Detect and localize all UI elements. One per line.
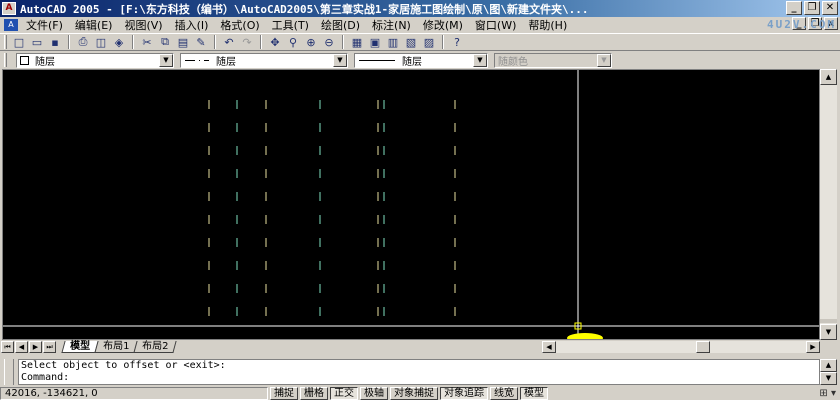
scroll-right-button[interactable]: ▶ [806,341,820,353]
drawing-canvas[interactable] [2,69,820,340]
lineweight-sample [359,59,395,61]
menu-item-3[interactable]: 插入(I) [169,17,215,33]
layer-color-swatch [20,55,29,65]
new-icon[interactable]: □ [10,34,28,50]
menu-item-6[interactable]: 绘图(D) [315,17,366,33]
status-tray-icon[interactable]: ⊞ ▾ [819,388,836,399]
tab-last-button[interactable]: ⏭ [43,341,56,353]
layer-combo[interactable]: 随层 ▼ [16,52,174,68]
watermark: 4U2V.COM [767,18,836,31]
scroll-left-button[interactable]: ◀ [542,341,556,353]
scroll-up-button[interactable]: ▲ [820,359,837,372]
paste-icon[interactable]: ▤ [174,34,192,50]
drawing-svg [3,70,819,339]
tab-1[interactable]: 布局1 [94,341,138,353]
command-scrollbar[interactable]: ▲ ▼ [820,359,837,385]
status-toggle-1[interactable]: 栅格 [300,386,328,400]
menu-item-7[interactable]: 标注(N) [366,17,417,33]
redo-icon[interactable]: ↷ [238,34,256,50]
tab-prev-button[interactable]: ◀ [15,341,28,353]
layer-value: 随层 [35,56,55,68]
linetype-combo[interactable]: 随层 ▼ [180,52,348,68]
horizontal-scroll-thumb[interactable] [696,341,710,353]
menu-item-5[interactable]: 工具(T) [266,17,315,33]
status-toggle-3[interactable]: 极轴 [360,386,388,400]
lineweight-combo[interactable]: 随层 ▼ [354,52,488,68]
chevron-down-icon[interactable]: ▼ [159,53,173,67]
vertical-scroll-thumb[interactable] [820,319,837,323]
chevron-down-icon[interactable]: ▼ [333,53,347,67]
properties-toolbar: 随层 ▼ 随层 ▼ 随层 ▼ 随颜色 ▼ [0,51,840,69]
toolpalettes-icon[interactable]: ▥ [384,34,402,50]
help-icon[interactable]: ? [448,34,466,50]
status-toggle-6[interactable]: 线宽 [490,386,518,400]
menu-item-10[interactable]: 帮助(H) [522,17,573,33]
menu-item-2[interactable]: 视图(V) [118,17,168,33]
menu-bar: A 文件(F) 编辑(E) 视图(V) 插入(I) 格式(O) 工具(T) 绘图(D) 标注(… [0,17,840,33]
linetype-sample [185,59,209,61]
tab-0[interactable]: 模型 [61,341,99,353]
properties-icon[interactable]: ▦ [348,34,366,50]
window-title: AutoCAD 2005 - [F:\东方科技（编书）\AutoCAD2005\… [20,2,589,16]
status-toggle-7[interactable]: 模型 [520,386,548,400]
close-button[interactable]: ✕ [822,1,838,15]
linetype-value: 随层 [216,56,236,68]
designcenter-icon[interactable]: ▣ [366,34,384,50]
zoom-previous-icon[interactable]: ⊖ [320,34,338,50]
status-toggle-5[interactable]: 对象追踪 [440,386,488,400]
color-combo: 随颜色 ▼ [494,52,612,68]
save-icon[interactable]: ▪ [46,34,64,50]
vertical-scrollbar[interactable]: ▲ ▼ [820,69,837,340]
command-history-line: Select object to offset or <exit>: [21,360,226,371]
tab-next-button[interactable]: ▶ [29,341,42,353]
menu-item-1[interactable]: 编辑(E) [69,17,119,33]
dbconnect-icon[interactable]: ▧ [402,34,420,50]
autocad-app-icon[interactable]: A [2,2,16,15]
status-toggle-2[interactable]: 正交 [330,386,358,400]
undo-icon[interactable]: ↶ [220,34,238,50]
zoom-realtime-icon[interactable]: ⚲ [284,34,302,50]
pan-icon[interactable]: ✥ [266,34,284,50]
command-window-grip[interactable] [4,359,14,385]
status-toggle-0[interactable]: 捕捉 [270,386,298,400]
open-icon[interactable]: ▭ [28,34,46,50]
toolbar-grip[interactable] [4,35,7,49]
status-bar: 42016, -134621, 0 捕捉 栅格 正交 极轴 对象捕捉 对象追踪 线宽 模型 ⊞… [0,386,840,400]
chevron-down-icon: ▼ [597,53,611,67]
chevron-down-icon[interactable]: ▼ [473,53,487,67]
publish-icon[interactable]: ◈ [110,34,128,50]
standard-toolbar: □ ▭ ▪ ⎙ ◫ ◈ ✂ ⧉ ▤ ✎ ↶ ↷ ✥ ⚲ ⊕ ⊖ ▦ ▣ ▥ ▧ … [0,33,840,51]
menu-item-4[interactable]: 格式(O) [214,17,265,33]
highlight-blob [567,333,603,339]
preview-icon[interactable]: ◫ [92,34,110,50]
minimize-button[interactable]: _ [786,1,802,15]
matchprop-icon[interactable]: ✎ [192,34,210,50]
restore-button[interactable]: ❐ [804,1,820,15]
title-bar: A AutoCAD 2005 - [F:\东方科技（编书）\AutoCAD200… [0,0,840,17]
copy-icon[interactable]: ⧉ [156,34,174,50]
color-value: 随颜色 [498,56,528,68]
menu-item-9[interactable]: 窗口(W) [469,17,522,33]
tab-first-button[interactable]: ⏮ [1,341,14,353]
command-window[interactable]: Select object to offset or <exit>: Comma… [18,359,820,385]
zoom-window-icon[interactable]: ⊕ [302,34,320,50]
menu-item-8[interactable]: 修改(M) [417,17,469,33]
tab-2[interactable]: 布局2 [133,341,178,353]
scroll-down-button[interactable]: ▼ [820,372,837,385]
horizontal-scrollbar[interactable]: ◀ ▶ [542,341,820,353]
command-prompt[interactable]: Command: [21,372,819,384]
document-icon[interactable]: A [4,19,18,31]
print-icon[interactable]: ⎙ [74,34,92,50]
lineweight-value: 随层 [402,56,422,68]
toolbar-grip[interactable] [4,53,7,67]
scroll-up-button[interactable]: ▲ [820,69,837,85]
cut-icon[interactable]: ✂ [138,34,156,50]
status-toggle-4[interactable]: 对象捕捉 [390,386,438,400]
scroll-down-button[interactable]: ▼ [820,324,837,340]
menu-item-0[interactable]: 文件(F) [20,17,69,33]
coordinate-readout[interactable]: 42016, -134621, 0 [0,386,268,400]
markup-icon[interactable]: ▨ [420,34,438,50]
